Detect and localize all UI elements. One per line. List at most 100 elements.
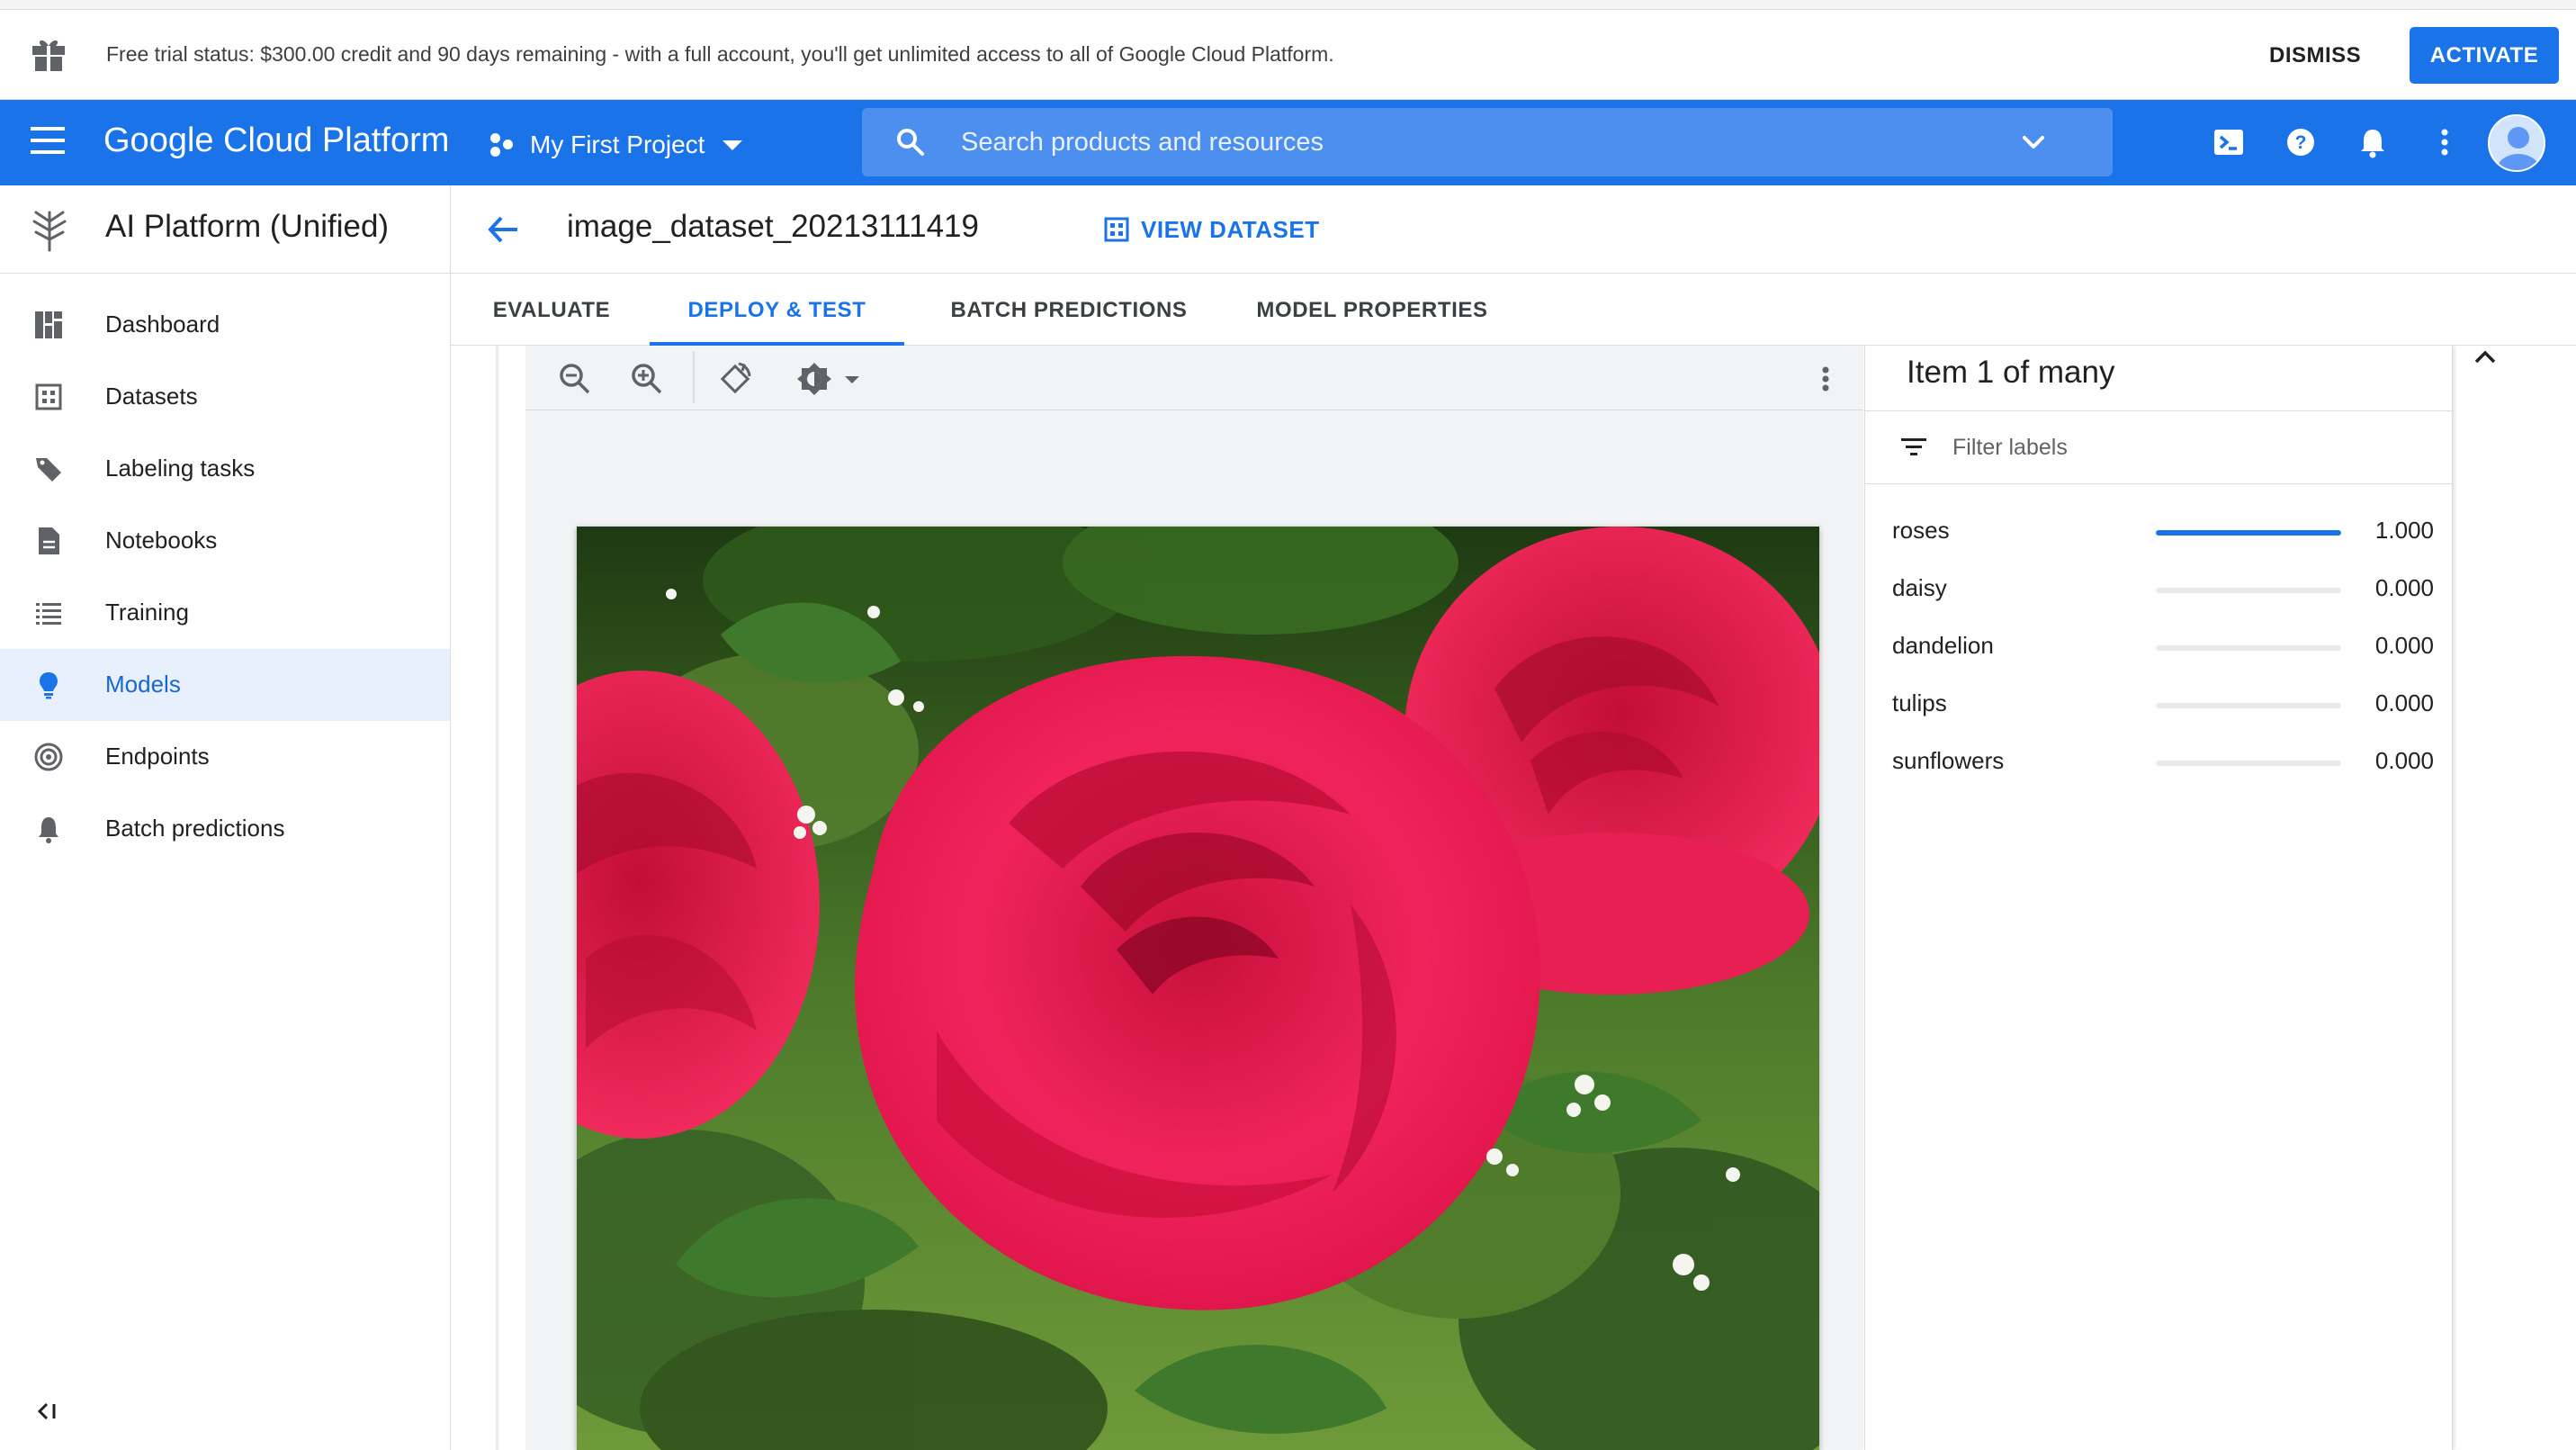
sidebar-item-label: Dashboard (105, 311, 220, 338)
endpoints-icon (34, 743, 63, 771)
nav-list: Dashboard Datasets Labeling tasks Notebo… (0, 289, 450, 865)
prediction-label: dandelion (1892, 632, 1994, 659)
sidebar-item-datasets[interactable]: Datasets (0, 361, 450, 433)
cloud-shell-icon[interactable] (2210, 123, 2248, 161)
image-viewer (525, 346, 1863, 1450)
tab-model-properties[interactable]: MODEL PROPERTIES (1226, 274, 1518, 346)
dismiss-button[interactable]: DISMISS (2269, 35, 2361, 77)
viewer-toolbar (525, 346, 1863, 410)
tab-evaluate[interactable]: EVALUATE (451, 274, 652, 346)
dataset-grid-icon (1104, 217, 1129, 242)
filter-bar[interactable] (1865, 410, 2454, 484)
item-counter: Item 1 of many (1907, 355, 2115, 390)
page-title: image_dataset_20213111419 (567, 209, 979, 244)
sidebar-item-label: Notebooks (105, 527, 218, 554)
confidence-bar (2156, 588, 2341, 593)
predictions-panel: Item 1 of many roses 1.000 (1864, 346, 2454, 1450)
zoom-out-icon[interactable] (556, 360, 594, 398)
sidebar-item-label: Training (105, 599, 189, 626)
sidebar-item-dashboard[interactable]: Dashboard (0, 289, 450, 361)
prediction-row-sunflowers: sunflowers 0.000 (1865, 734, 2454, 792)
sidebar-item-label: Labeling tasks (105, 455, 256, 482)
prediction-score: 0.000 (2374, 747, 2434, 774)
chevron-down-icon[interactable] (2019, 128, 2048, 157)
list-icon (36, 603, 61, 625)
image-canvas (525, 411, 1863, 1450)
sidebar-item-label: Models (105, 671, 181, 698)
search-input[interactable] (961, 121, 1951, 164)
browser-strip (0, 0, 2576, 10)
prediction-row-daisy: daisy 0.000 (1865, 562, 2454, 619)
collapse-nav-icon[interactable] (32, 1396, 63, 1427)
filter-labels-input[interactable] (1952, 429, 2402, 465)
content-header: image_dataset_20213111419 VIEW DATASET (451, 185, 2576, 274)
confidence-bar (2156, 703, 2341, 708)
model-tabs: EVALUATE DEPLOY & TEST BATCH PREDICTIONS… (451, 274, 2576, 346)
brightness-icon[interactable] (795, 360, 833, 398)
rose-image[interactable] (577, 527, 1819, 1450)
caret-down-icon[interactable] (840, 360, 864, 398)
prediction-row-tulips: tulips 0.000 (1865, 677, 2454, 734)
sidebar-item-batch-predictions[interactable]: Batch predictions (0, 793, 450, 865)
chevron-up-icon[interactable] (2470, 346, 2500, 371)
sidebar-item-notebooks[interactable]: Notebooks (0, 505, 450, 577)
sidebar-item-models[interactable]: Models (0, 649, 450, 721)
main-content: image_dataset_20213111419 VIEW DATASET E… (451, 185, 2576, 1450)
activate-button[interactable]: ACTIVATE (2410, 27, 2559, 84)
brand-logo[interactable]: Google Cloud Platform (103, 122, 449, 160)
trial-banner: Free trial status: $300.00 credit and 90… (0, 10, 2576, 100)
project-name: My First Project (530, 131, 705, 158)
avatar[interactable] (2488, 114, 2545, 172)
sidebar-item-label: Batch predictions (105, 815, 285, 842)
tab-batch-predictions[interactable]: BATCH PREDICTIONS (922, 274, 1216, 346)
more-vert-icon[interactable] (1807, 360, 1844, 398)
prediction-row-dandelion: dandelion 0.000 (1865, 619, 2454, 677)
zoom-in-icon[interactable] (628, 360, 666, 398)
more-vert-icon[interactable] (2426, 123, 2464, 161)
product-title: AI Platform (Unified) (105, 209, 390, 244)
gift-icon (32, 40, 65, 71)
top-header: Google Cloud Platform My First Project S… (0, 100, 2576, 185)
sidebar-item-training[interactable]: Training (0, 577, 450, 649)
datasets-icon (35, 383, 62, 410)
search-bar[interactable] (862, 108, 2113, 176)
app-root: Free trial status: $300.00 credit and 90… (0, 0, 2576, 1450)
back-arrow-icon[interactable] (485, 212, 521, 248)
prediction-label: roses (1892, 517, 1950, 544)
prediction-score: 0.000 (2374, 689, 2434, 716)
notebook-icon (39, 527, 59, 554)
view-dataset-button[interactable]: VIEW DATASET (1103, 213, 1320, 246)
prediction-score: 0.000 (2374, 574, 2434, 601)
sidebar-item-labeling-tasks[interactable]: Labeling tasks (0, 433, 450, 505)
filter-icon (1901, 438, 1926, 455)
search-icon (897, 129, 924, 156)
project-picker[interactable]: My First Project (490, 125, 743, 165)
trial-status-text: Free trial status: $300.00 credit and 90… (106, 42, 1334, 66)
label-icon (36, 458, 61, 482)
sidebar-item-endpoints[interactable]: Endpoints (0, 721, 450, 793)
lightbulb-icon (40, 672, 58, 699)
rotate-icon[interactable] (716, 360, 754, 398)
view-dataset-label: VIEW DATASET (1141, 215, 1320, 243)
menu-icon[interactable] (31, 127, 65, 158)
account-icon (2490, 116, 2544, 170)
sidebar-item-label: Datasets (105, 383, 198, 410)
product-header: AI Platform (Unified) (0, 185, 450, 274)
content-divider (496, 346, 498, 1450)
dashboard-icon (35, 311, 62, 338)
confidence-bar (2156, 761, 2341, 766)
prediction-label: tulips (1892, 689, 1947, 716)
bell-icon (39, 817, 58, 843)
notifications-icon[interactable] (2354, 123, 2392, 161)
confidence-bar (2156, 530, 2341, 536)
sidebar-item-label: Endpoints (105, 743, 210, 770)
prediction-label: daisy (1892, 574, 1947, 601)
left-nav: AI Platform (Unified) Dashboard Datasets (0, 185, 451, 1450)
project-dots-icon (490, 131, 517, 158)
help-icon[interactable]: ? (2282, 123, 2320, 161)
tab-deploy-test[interactable]: DEPLOY & TEST (650, 274, 904, 346)
prediction-score: 0.000 (2374, 632, 2434, 659)
prediction-score: 1.000 (2374, 517, 2434, 544)
rose-photo-drawing (577, 527, 1819, 1450)
svg-text:?: ? (2295, 132, 2307, 153)
